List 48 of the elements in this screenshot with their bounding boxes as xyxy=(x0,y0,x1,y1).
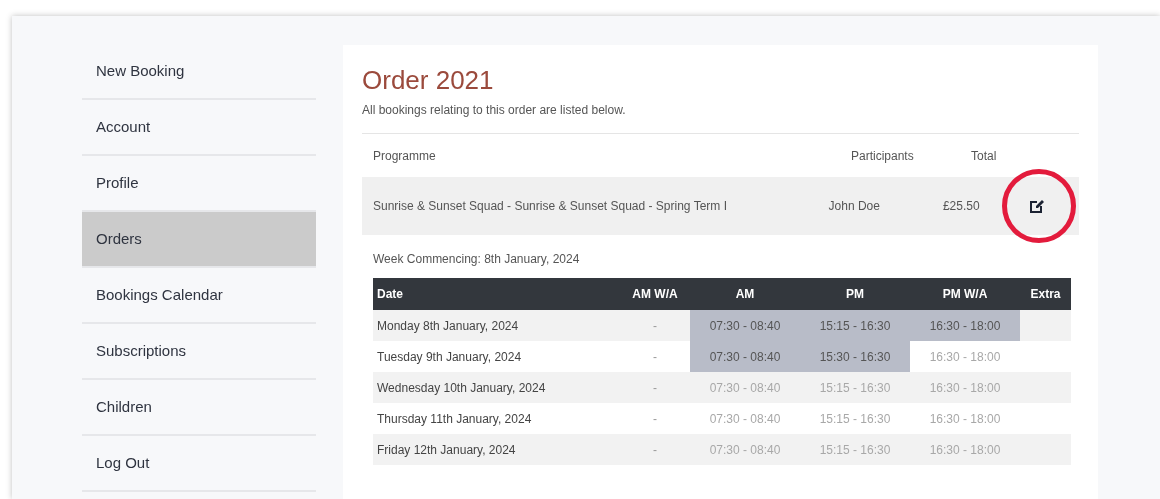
order-title: Order 2021 xyxy=(362,65,495,95)
sidebar-item[interactable]: Subscriptions xyxy=(82,324,316,380)
time-slot: 07:30 - 08:40 xyxy=(709,378,781,397)
sidebar-item[interactable]: New Booking xyxy=(82,44,316,100)
table-cell-text: Thursday 11th January, 2024 xyxy=(377,410,532,428)
table-cell: John Doe xyxy=(828,199,880,213)
table-cell: £25.50 xyxy=(942,199,980,213)
table-cell-text: Tuesday 9th January, 2024 xyxy=(377,348,522,366)
column-header: PM xyxy=(846,286,864,303)
time-slot: 07:30 - 08:40 xyxy=(709,347,781,366)
column-header: Participants xyxy=(851,147,915,165)
time-slot: 16:30 - 18:00 xyxy=(929,378,1001,397)
column-header: PM W/A xyxy=(942,286,988,303)
time-slot: 15:15 - 16:30 xyxy=(819,378,891,397)
time-slot: 16:30 - 18:00 xyxy=(929,316,1001,335)
sidebar-item[interactable]: Account xyxy=(82,100,316,156)
time-slot: 16:30 - 18:00 xyxy=(929,440,1001,459)
time-slot: 07:30 - 08:40 xyxy=(709,440,781,459)
table-cell-text: - xyxy=(653,317,657,335)
table-cell-text: Monday 8th January, 2024 xyxy=(377,317,519,335)
column-header: AM W/A xyxy=(632,286,678,303)
column-header: Programme xyxy=(373,147,437,165)
table-cell-text: Friday 12th January, 2024 xyxy=(377,441,516,459)
time-slot: 15:30 - 16:30 xyxy=(819,347,891,366)
time-slot: 16:30 - 18:00 xyxy=(929,347,1001,366)
time-slot: 15:15 - 16:30 xyxy=(819,316,891,335)
column-header: AM xyxy=(735,286,755,303)
sidebar-item[interactable]: Orders xyxy=(82,212,316,268)
column-header: Extra xyxy=(1030,286,1061,303)
table-cell-text: - xyxy=(653,410,657,428)
table-cell-text: - xyxy=(653,379,657,397)
time-slot: 15:15 - 16:30 xyxy=(819,440,891,459)
order-description: All bookings relating to this order are listed below. xyxy=(362,101,1079,134)
time-slot: 07:30 - 08:40 xyxy=(709,316,781,335)
sidebar-item[interactable]: Bookings Calendar xyxy=(82,268,316,324)
table-cell-text: - xyxy=(653,348,657,366)
column-header: Total xyxy=(971,147,998,165)
time-slot: 07:30 - 08:40 xyxy=(709,409,781,428)
sidebar-item[interactable]: Children xyxy=(82,380,316,436)
table-cell-text: - xyxy=(653,441,657,459)
sidebar-item[interactable]: Log Out xyxy=(82,436,316,492)
week-label: Week Commencing: 8th January, 2024 xyxy=(372,251,581,268)
table-cell: Sunrise & Sunset Squad - Sunrise & Sunset Squad - Spring Term I xyxy=(373,199,727,213)
time-slot: 16:30 - 18:00 xyxy=(929,409,1001,428)
time-slot: 15:15 - 16:30 xyxy=(819,409,891,428)
table-cell-text: Wednesday 10th January, 2024 xyxy=(377,379,546,397)
edit-icon xyxy=(1027,197,1046,215)
column-header: Date xyxy=(377,286,403,303)
